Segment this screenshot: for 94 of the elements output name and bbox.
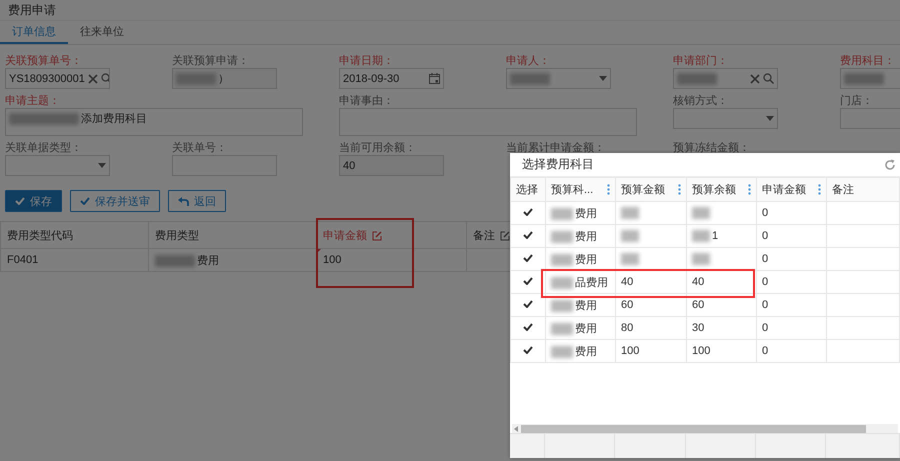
edit-icon[interactable] xyxy=(372,230,382,241)
table-cell: 0 xyxy=(762,253,768,265)
table-cell: 费用 xyxy=(575,346,597,358)
table-cell: 40 xyxy=(621,276,634,288)
table-cell: 费用 xyxy=(575,300,597,312)
table-cell: 60 xyxy=(692,299,704,311)
column-header: 费用类型 xyxy=(155,228,199,242)
table-cell: 费用 xyxy=(575,322,597,334)
table-cell: 30 xyxy=(692,322,704,334)
field-label: 核销方式： xyxy=(673,95,729,107)
table-cell: 0 xyxy=(762,230,768,242)
table-cell: 40 xyxy=(692,276,704,288)
column-header: 备注 xyxy=(473,228,495,242)
input-field[interactable] xyxy=(673,68,778,89)
tab[interactable]: 往来单位 xyxy=(68,21,136,44)
calendar-icon[interactable] xyxy=(429,73,440,84)
horizontal-scrollbar[interactable] xyxy=(512,424,898,433)
caret-icon[interactable] xyxy=(766,116,774,121)
check-icon xyxy=(15,197,25,205)
input-field[interactable]: ） xyxy=(172,68,277,89)
input-field[interactable]: 2018-09-30 xyxy=(339,68,444,89)
column-header: 预算余额 xyxy=(692,182,736,197)
scroll-left-icon[interactable] xyxy=(514,426,518,432)
refresh-icon[interactable] xyxy=(884,158,896,170)
table-cell: 费用 xyxy=(575,254,597,266)
table-cell: 费用 xyxy=(575,230,597,242)
field-label: 关联单号： xyxy=(172,142,228,154)
field-label: 当前累计申请金额： xyxy=(506,142,606,154)
field-label: 关联预算申请： xyxy=(172,55,250,67)
check-icon[interactable] xyxy=(523,323,533,331)
page-title: 费用申请 xyxy=(0,0,900,21)
table-cell: 1 xyxy=(712,230,718,242)
field-label: 关联预算单号： xyxy=(5,55,83,67)
action-button[interactable]: 返回 xyxy=(168,190,226,212)
clear-icon[interactable] xyxy=(88,74,98,84)
table-cell: 0 xyxy=(762,299,768,311)
dropdown-field[interactable] xyxy=(673,108,778,129)
column-header: 申请金额 xyxy=(762,182,806,197)
field-label: 预算冻结金额： xyxy=(673,142,751,154)
column-menu-icon[interactable] xyxy=(818,184,821,195)
caret-icon[interactable] xyxy=(98,163,106,168)
tab[interactable]: 订单信息 xyxy=(0,21,68,44)
check-icon[interactable] xyxy=(523,254,533,262)
field-label: 关联单据类型： xyxy=(5,142,83,154)
table-cell: 60 xyxy=(621,299,634,311)
check-icon[interactable] xyxy=(523,231,533,239)
table-cell: 0 xyxy=(762,322,768,334)
field-label: 当前可用余额： xyxy=(339,142,417,154)
table-cell: 80 xyxy=(621,322,634,334)
search-icon[interactable] xyxy=(763,73,774,84)
field-label: 申请部门： xyxy=(673,55,729,67)
field-label: 申请事由： xyxy=(339,95,395,107)
column-header: 预算金额 xyxy=(621,182,665,197)
input-field[interactable]: YS1809300001 xyxy=(5,68,110,89)
column-header: 费用类型代码 xyxy=(7,228,73,242)
action-button[interactable]: 保存并送审 xyxy=(70,190,160,212)
field-label: 申请主题： xyxy=(5,95,61,107)
column-header: 备注 xyxy=(832,182,854,197)
check-icon[interactable] xyxy=(523,277,533,285)
table-cell: 0 xyxy=(762,345,768,357)
text-area[interactable]: 添加费用科目 xyxy=(5,108,303,136)
column-header: 选择 xyxy=(516,183,538,197)
table-cell: 0 xyxy=(762,276,768,288)
column-menu-icon[interactable] xyxy=(678,184,681,195)
edit-icon[interactable] xyxy=(500,230,510,241)
check-icon[interactable] xyxy=(523,300,533,308)
field-label: 门店： xyxy=(840,95,874,107)
table-cell[interactable]: 100 xyxy=(316,248,466,272)
dropdown-field[interactable] xyxy=(506,68,611,89)
table-cell: 100 xyxy=(621,345,640,357)
field-label: 申请人： xyxy=(506,55,551,67)
table-cell: 0 xyxy=(762,207,768,219)
check-icon[interactable] xyxy=(523,208,533,216)
field-label: 费用科目： xyxy=(840,55,896,67)
column-header: 申请金额 xyxy=(323,228,367,242)
table-cell: F0401 xyxy=(0,248,148,272)
action-button[interactable]: 保存 xyxy=(5,190,62,212)
back-arrow-icon xyxy=(178,196,189,206)
caret-icon[interactable] xyxy=(599,76,607,81)
input-field[interactable] xyxy=(172,155,277,176)
clear-icon[interactable] xyxy=(750,74,760,84)
table-cell: 品费用 xyxy=(575,276,608,288)
check-icon xyxy=(80,197,90,205)
dropdown-field[interactable] xyxy=(5,155,110,176)
search-icon[interactable] xyxy=(100,73,109,84)
table-cell: 100 xyxy=(692,345,710,357)
column-header: 预算科... xyxy=(551,183,594,197)
column-menu-icon[interactable] xyxy=(607,184,610,195)
field-label: 申请日期： xyxy=(339,55,395,67)
table-cell: 费用 xyxy=(575,208,597,220)
input-field[interactable]: 40 xyxy=(339,155,444,176)
dialog-title: 选择费用科目 xyxy=(522,156,594,173)
check-icon[interactable] xyxy=(523,346,533,354)
column-menu-icon[interactable] xyxy=(748,184,751,195)
